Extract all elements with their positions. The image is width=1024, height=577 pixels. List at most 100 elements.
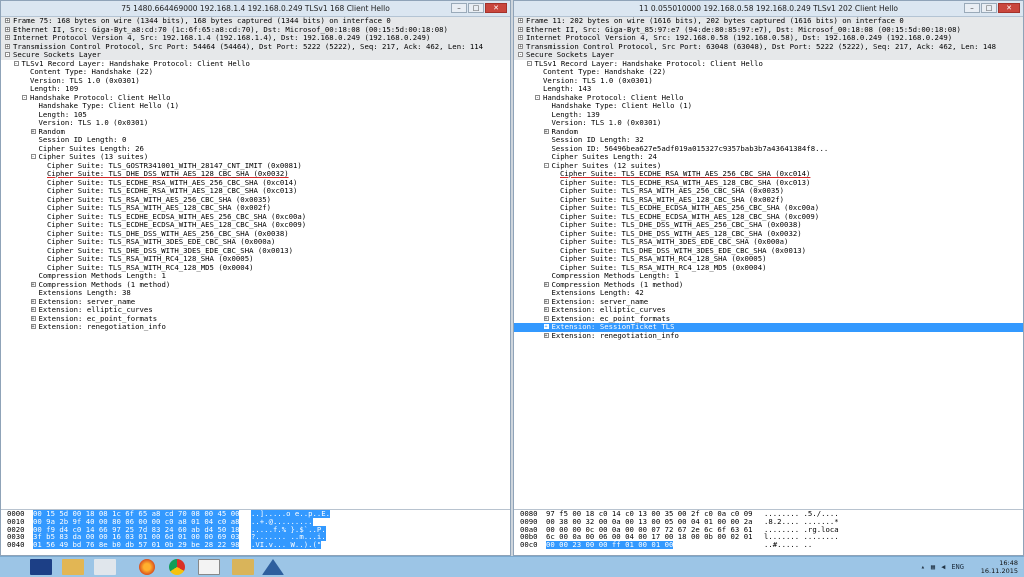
maximize-button[interactable]: □ — [468, 3, 484, 13]
collapse-toggle-icon[interactable]: - — [22, 94, 27, 100]
collapse-toggle-icon[interactable]: - — [543, 162, 549, 168]
expand-toggle-icon[interactable]: + — [518, 18, 523, 24]
hex-bytes: 00 00 23 00 00 ff 01 00 01 00 — [546, 540, 674, 550]
tree-row[interactable]: + Extension: renegotiation_info — [1, 322, 510, 332]
expand-toggle-icon[interactable]: + — [30, 324, 36, 330]
tree-row[interactable]: Version: TLS 1.0 (0x0301) — [1, 118, 510, 128]
archive-icon[interactable] — [232, 559, 254, 575]
hex-bytes: 01 56 49 bd 76 8e b0 db 57 01 0b 29 be 2… — [33, 540, 240, 550]
maximize-button[interactable]: □ — [981, 3, 997, 13]
expand-toggle-icon[interactable]: + — [543, 281, 549, 287]
wireshark-packet-window-right: 11 0.055010000 192.168.0.58 192.168.0.24… — [513, 0, 1024, 556]
expand-toggle-icon[interactable]: + — [543, 128, 549, 134]
wireshark-packet-window-left: 75 1480.664469000 192.168.1.4 192.168.0.… — [0, 0, 511, 556]
task-manager-icon[interactable] — [30, 559, 52, 575]
tree-row-label: Extension: renegotiation_info — [38, 322, 166, 331]
clock-time: 16:48 — [999, 559, 1018, 567]
windows-taskbar: ▴ ▦ ◀ ENG 16:48 16.11.2015 — [0, 556, 1024, 577]
expand-toggle-icon[interactable]: + — [30, 298, 36, 304]
language-indicator[interactable]: ENG — [951, 563, 964, 571]
close-button[interactable]: ✕ — [998, 3, 1020, 13]
window-title-bar[interactable]: 11 0.055010000 192.168.0.58 192.168.0.24… — [514, 1, 1023, 17]
volume-icon[interactable]: ◀ — [941, 563, 945, 571]
expand-toggle-icon[interactable]: + — [5, 18, 10, 24]
collapse-toggle-icon[interactable]: - — [518, 52, 523, 58]
expand-toggle-icon[interactable]: + — [543, 324, 549, 330]
clock[interactable]: 16:48 16.11.2015 — [981, 559, 1018, 575]
expand-toggle-icon[interactable]: + — [30, 281, 36, 287]
expand-toggle-icon[interactable]: + — [5, 43, 10, 49]
minimize-button[interactable]: – — [451, 3, 467, 13]
expand-toggle-icon[interactable]: + — [5, 35, 10, 41]
hex-row[interactable]: 0040 01 56 49 bd 76 8e b0 db 57 01 0b 29 … — [1, 541, 510, 549]
collapse-toggle-icon[interactable]: - — [526, 60, 532, 66]
network-icon[interactable]: ▦ — [931, 563, 935, 571]
collapse-toggle-icon[interactable]: - — [30, 154, 36, 160]
collapse-toggle-icon[interactable]: - — [13, 60, 19, 66]
expand-toggle-icon[interactable]: + — [518, 35, 523, 41]
tree-row-label: Extension: renegotiation_info — [551, 330, 679, 340]
clock-date: 16.11.2015 — [980, 567, 1018, 575]
hex-offset: 00c0 — [520, 540, 538, 550]
packet-bytes-pane: 0000 00 15 5d 00 18 08 1c 6f 65 a8 cd 70 … — [1, 509, 510, 555]
tree-row[interactable]: + Extension: renegotiation_info — [514, 330, 1023, 341]
tree-row[interactable]: Version: TLS 1.0 (0x0301) — [514, 118, 1023, 128]
expand-toggle-icon[interactable]: + — [5, 26, 10, 32]
expand-toggle-icon[interactable]: + — [518, 43, 523, 49]
notepad-icon[interactable] — [198, 559, 220, 575]
expand-toggle-icon[interactable]: + — [30, 315, 36, 321]
hex-row[interactable]: 00c0 00 00 23 00 00 ff 01 00 01 00 ..#....… — [514, 541, 1023, 549]
minimize-button[interactable]: – — [964, 3, 980, 13]
file-explorer-icon[interactable] — [62, 559, 84, 575]
hex-ascii: ..#..... .. — [764, 540, 813, 550]
window-controls: – □ ✕ — [964, 3, 1020, 14]
expand-toggle-icon[interactable]: + — [30, 307, 36, 313]
collapse-toggle-icon[interactable]: - — [5, 52, 10, 58]
tray-arrow-icon[interactable]: ▴ — [921, 563, 925, 571]
wireshark-icon[interactable] — [262, 559, 284, 575]
expand-toggle-icon[interactable]: + — [518, 26, 523, 32]
expand-toggle-icon[interactable]: + — [543, 315, 549, 321]
expand-toggle-icon[interactable]: + — [543, 332, 549, 338]
blank-app-icon[interactable] — [94, 559, 116, 575]
expand-toggle-icon[interactable]: + — [543, 298, 549, 304]
firefox-icon[interactable] — [139, 559, 155, 575]
window-title-bar[interactable]: 75 1480.664469000 192.168.1.4 192.168.0.… — [1, 1, 510, 17]
expand-toggle-icon[interactable]: + — [30, 128, 36, 134]
chrome-icon[interactable] — [169, 559, 185, 575]
close-button[interactable]: ✕ — [485, 3, 507, 13]
collapse-toggle-icon[interactable]: - — [535, 94, 540, 100]
expand-toggle-icon[interactable]: + — [543, 307, 549, 313]
packet-details-tree: + Frame 11: 202 bytes on wire (1616 bits)… — [514, 17, 1023, 509]
